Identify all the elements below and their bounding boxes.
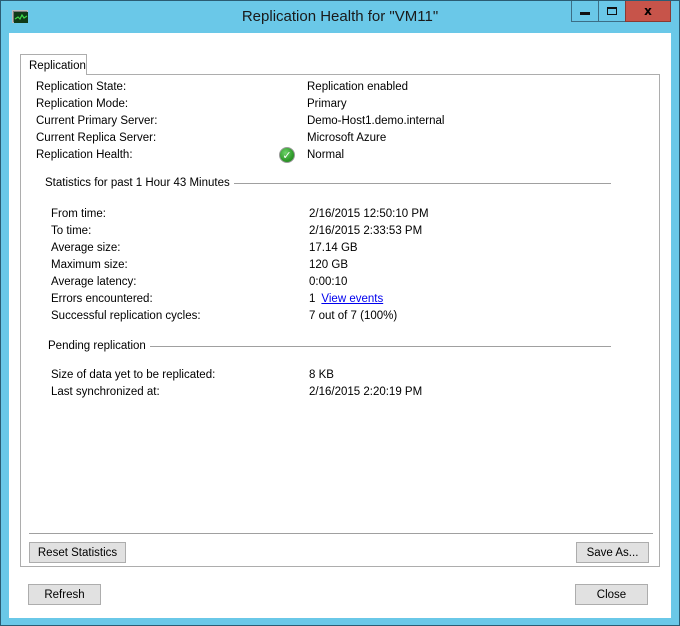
close-icon: x [644,4,652,18]
maximize-button[interactable] [598,1,626,22]
minimize-icon [580,12,590,15]
caption-buttons: x [571,1,671,22]
title-bar[interactable]: Replication Health for "VM11" x [1,1,679,33]
successful-cycles-label: Successful replication cycles: [51,310,201,322]
replication-state-label: Replication State: [36,81,127,93]
dialog-window: Replication Health for "VM11" x Replicat… [0,0,680,626]
panel-separator [29,533,653,534]
replication-health-label: Replication Health: [36,149,133,161]
close-window-button[interactable]: x [625,1,671,22]
pending-group-title: Pending replication [48,340,150,352]
last-synchronized-value: 2/16/2015 2:20:19 PM [309,386,423,398]
errors-encountered-value: 1 [309,293,316,305]
pending-size-label: Size of data yet to be replicated: [51,369,216,381]
minimize-button[interactable] [571,1,599,22]
primary-server-value: Demo-Host1.demo.internal [307,115,445,127]
from-time-label: From time: [51,208,106,220]
close-button[interactable]: Close [575,584,648,605]
errors-encountered-container: 1 View events [309,293,383,305]
tab-replication[interactable]: Replication [20,54,87,75]
refresh-button[interactable]: Refresh [28,584,101,605]
replication-health-value: Normal [307,149,345,161]
average-size-label: Average size: [51,242,121,254]
from-time-value: 2/16/2015 12:50:10 PM [309,208,429,220]
last-synchronized-label: Last synchronized at: [51,386,160,398]
maximize-icon [607,7,617,15]
primary-server-label: Current Primary Server: [36,115,158,127]
average-latency-label: Average latency: [51,276,137,288]
to-time-label: To time: [51,225,92,237]
replication-tab-panel: Replication State: Replication enabled R… [20,74,660,567]
dialog-client-area: Replication Replication State: Replicati… [9,33,671,618]
successful-cycles-value: 7 out of 7 (100%) [309,310,398,322]
reset-statistics-button[interactable]: Reset Statistics [29,542,126,563]
maximum-size-label: Maximum size: [51,259,128,271]
check-circle-icon: ✓ [279,147,295,163]
average-latency-value: 0:00:10 [309,276,348,288]
maximum-size-value: 120 GB [309,259,348,271]
replication-state-value: Replication enabled [307,81,409,93]
replica-server-value: Microsoft Azure [307,132,387,144]
errors-encountered-label: Errors encountered: [51,293,153,305]
to-time-value: 2/16/2015 2:33:53 PM [309,225,423,237]
average-size-value: 17.14 GB [309,242,358,254]
replication-mode-label: Replication Mode: [36,98,129,110]
pending-size-value: 8 KB [309,369,334,381]
replication-mode-value: Primary [307,98,347,110]
save-as-button[interactable]: Save As... [576,542,649,563]
replica-server-label: Current Replica Server: [36,132,157,144]
statistics-group-title: Statistics for past 1 Hour 43 Minutes [45,177,234,189]
view-events-link[interactable]: View events [321,293,383,305]
